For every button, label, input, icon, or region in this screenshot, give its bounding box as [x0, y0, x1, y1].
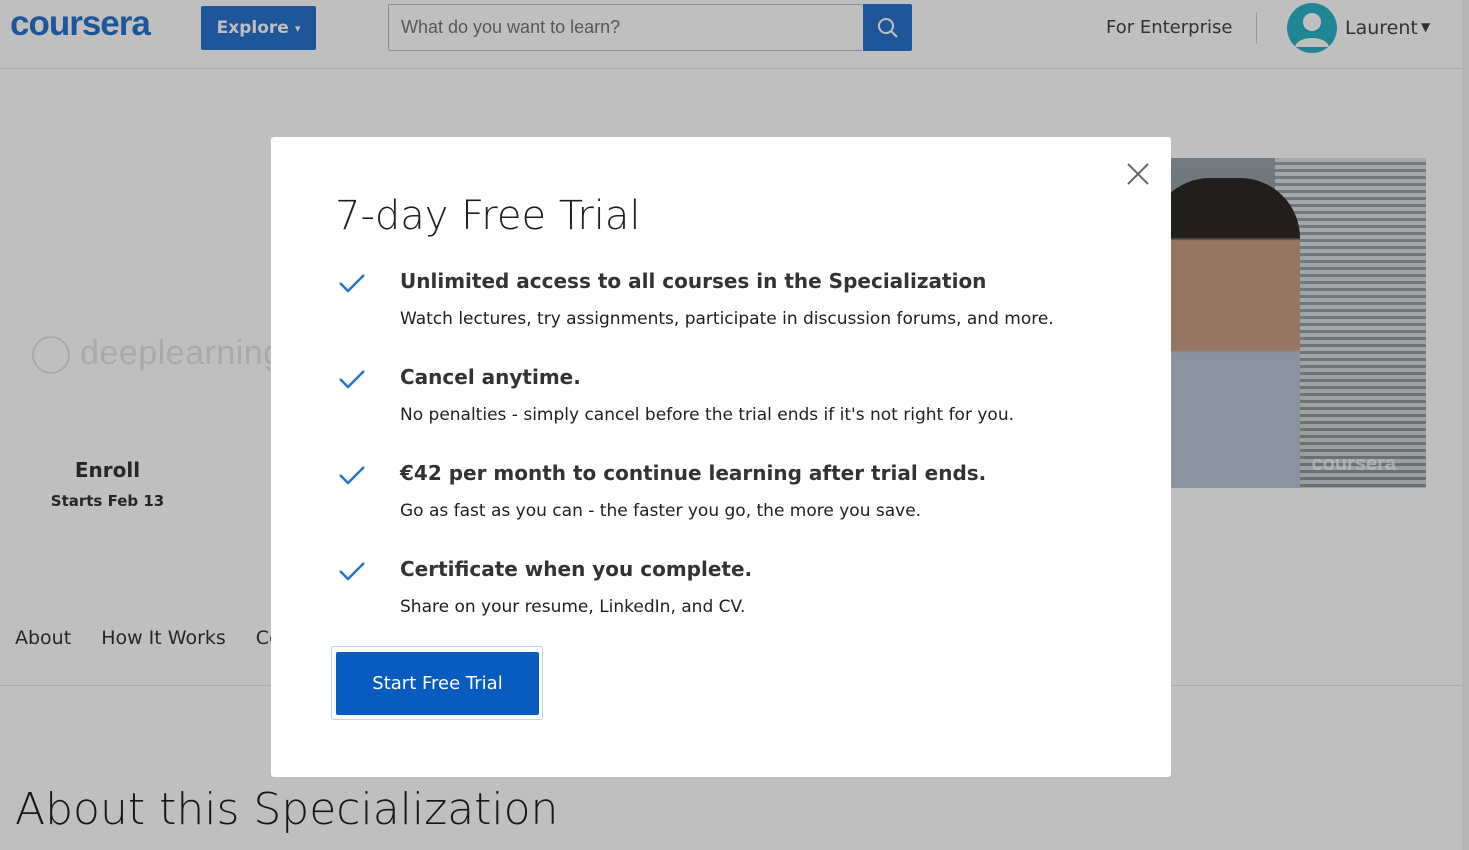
- feature-description: Share on your resume, LinkedIn, and CV.: [400, 597, 746, 617]
- feature-item: Cancel anytime. No penalties - simply ca…: [337, 363, 1117, 459]
- feature-title: Unlimited access to all courses in the S…: [400, 269, 987, 293]
- feature-item: Certificate when you complete. Share on …: [337, 555, 1117, 651]
- feature-item: €42 per month to continue learning after…: [337, 459, 1117, 555]
- close-button[interactable]: [1125, 161, 1151, 187]
- check-icon: [339, 562, 365, 581]
- check-icon: [339, 370, 365, 389]
- feature-description: Watch lectures, try assignments, partici…: [400, 309, 1054, 329]
- modal-title: 7-day Free Trial: [335, 193, 641, 239]
- feature-item: Unlimited access to all courses in the S…: [337, 267, 1117, 363]
- check-icon: [339, 274, 365, 293]
- start-free-trial-button[interactable]: Start Free Trial: [336, 652, 539, 715]
- feature-title: Certificate when you complete.: [400, 557, 753, 581]
- check-icon: [339, 466, 365, 485]
- close-icon: [1127, 163, 1149, 185]
- page: coursera Explore ▾ For Enterprise Lauren…: [0, 0, 1469, 850]
- feature-list: Unlimited access to all courses in the S…: [337, 267, 1117, 651]
- feature-description: Go as fast as you can - the faster you g…: [400, 501, 922, 521]
- feature-description: No penalties - simply cancel before the …: [400, 405, 1014, 425]
- feature-title: Cancel anytime.: [400, 365, 581, 389]
- free-trial-modal: 7-day Free Trial Unlimited access to all…: [271, 137, 1171, 777]
- feature-title: €42 per month to continue learning after…: [400, 461, 987, 485]
